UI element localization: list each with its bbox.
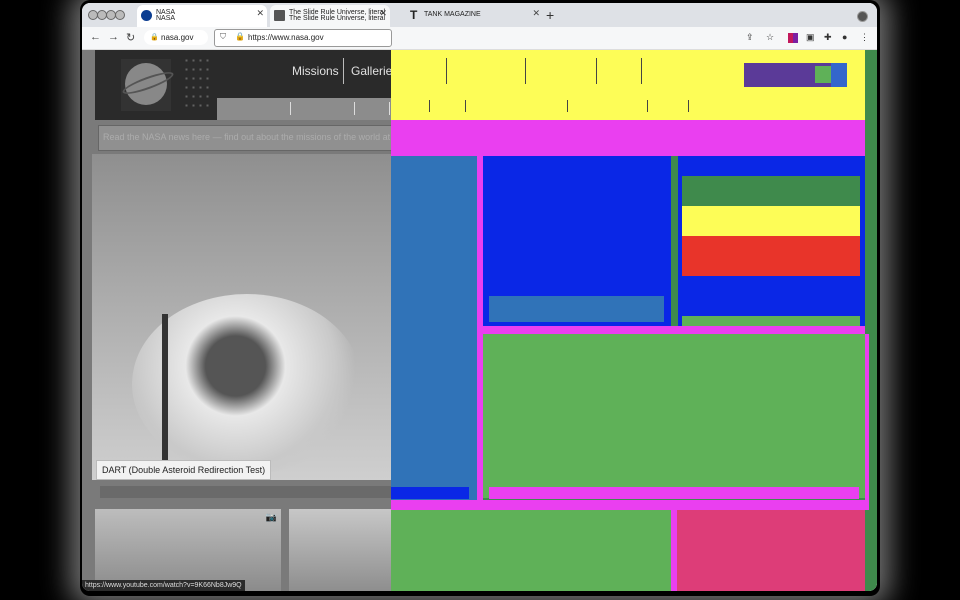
bookmark-star-icon[interactable]: ☆ <box>766 32 774 43</box>
overlay-divider <box>525 58 526 84</box>
thumbnail-image[interactable]: 📷 <box>95 509 281 591</box>
browser-window: NASA NASA ✕ The Slide Rule Universe, lit… <box>82 3 877 591</box>
window-menu-icon[interactable] <box>857 11 868 22</box>
nav-divider <box>343 58 344 84</box>
reload-icon[interactable]: ↻ <box>126 31 135 44</box>
grayscale-page: Missions Galleries Read the NASA news he… <box>82 50 391 591</box>
overlay-divider <box>641 58 642 84</box>
status-url: https://www.youtube.com/watch?v=9K66Nb8J… <box>82 580 245 591</box>
overlay-card-caption <box>489 296 664 322</box>
overlay-list-item[interactable] <box>682 176 860 206</box>
tab-title-overlap: NASA <box>156 15 176 22</box>
close-tab-icon[interactable]: ✕ <box>256 8 264 19</box>
overlay-list-item[interactable] <box>682 206 860 236</box>
site-header: Missions Galleries <box>95 50 391 120</box>
nasa-logo[interactable] <box>120 59 176 111</box>
camera-icon: 📷 <box>265 512 277 522</box>
close-tab-icon[interactable]: ✕ <box>379 8 387 19</box>
overlay-divider <box>429 100 430 112</box>
subnav-divider <box>354 102 355 115</box>
hero-image[interactable]: DART (Double Asteroid Redirection Test) <box>92 154 391 480</box>
overlay-hero-strip <box>391 487 469 499</box>
overlay-thumbnail[interactable] <box>391 510 671 591</box>
overlay-divider <box>567 100 568 112</box>
tab-title-overlap: The Slide Rule Universe, literal <box>289 15 386 22</box>
overlay-divider <box>596 58 597 84</box>
element-overlay <box>391 50 877 591</box>
tab-title: TANK MAGAZINE <box>424 11 481 18</box>
hero-caption[interactable]: DART (Double Asteroid Redirection Test) <box>96 460 272 480</box>
new-tab-button[interactable]: + <box>546 7 554 23</box>
overlay-thumbnail[interactable] <box>677 510 865 591</box>
overlay-list-item[interactable] <box>682 316 860 326</box>
extension-icon[interactable] <box>788 33 798 43</box>
subnav-divider <box>290 102 291 115</box>
overlay-hero[interactable] <box>391 156 477 500</box>
close-tab-icon[interactable]: ✕ <box>532 8 540 19</box>
nav-galleries[interactable]: Galleries <box>351 64 391 78</box>
profile-icon[interactable]: ● <box>842 32 847 42</box>
overlay-divider <box>446 58 447 84</box>
overlay-gutter <box>391 500 869 510</box>
tab-strip: NASA NASA ✕ The Slide Rule Universe, lit… <box>82 3 877 27</box>
address-bar[interactable]: ⛉ 🔒 https://www.nasa.gov <box>214 29 392 47</box>
toolbar: ← → ↻ 🔒 nasa.gov ⛉ 🔒 https://www.nasa.go… <box>82 27 877 50</box>
address-text: nasa.gov <box>161 33 194 42</box>
overlay-gutter <box>865 334 869 510</box>
starfield <box>183 56 213 112</box>
more-menu-icon[interactable]: ⋮ <box>860 32 869 43</box>
overlay-feature[interactable] <box>483 334 865 498</box>
overlay-search-button[interactable] <box>831 63 847 87</box>
address-text: https://www.nasa.gov <box>248 33 324 42</box>
back-icon[interactable]: ← <box>90 31 101 43</box>
thumbnail-image[interactable] <box>289 509 391 591</box>
tab-nasa[interactable]: NASA NASA ✕ <box>137 5 267 27</box>
hero-strip <box>100 486 391 498</box>
launch-tower <box>162 314 168 464</box>
forward-icon[interactable]: → <box>108 31 119 43</box>
book-icon <box>274 10 285 21</box>
shield-icon: ⛉ <box>220 32 226 41</box>
sub-navigation[interactable] <box>217 98 391 120</box>
overlay-divider <box>465 100 466 112</box>
window-controls[interactable] <box>88 8 125 20</box>
lock-icon: 🔒 <box>150 34 159 41</box>
overlay-banner[interactable] <box>391 120 865 156</box>
banner-text: Read the NASA news here — find out about… <box>103 132 391 142</box>
nasa-favicon-icon <box>141 10 152 21</box>
overlay-divider <box>688 100 689 112</box>
subnav-divider <box>389 102 390 115</box>
nav-missions[interactable]: Missions <box>292 64 339 78</box>
overlay-gutter <box>477 326 865 334</box>
overlay-list-item[interactable] <box>682 236 860 276</box>
puzzle-icon[interactable]: ✚ <box>824 32 832 43</box>
overlay-feature-caption <box>489 487 859 499</box>
page-content: Missions Galleries Read the NASA news he… <box>82 50 877 591</box>
overlay-divider <box>647 100 648 112</box>
lock-icon: 🔒 <box>235 32 245 41</box>
media-icon[interactable]: ▣ <box>806 32 815 43</box>
tab-slide-rule[interactable]: The Slide Rule Universe, literal The Sli… <box>270 5 390 27</box>
news-banner[interactable]: Read the NASA news here — find out about… <box>98 125 391 151</box>
tab-tank-magazine[interactable]: T TANK MAGAZINE ✕ <box>408 5 543 27</box>
overlay-search-icon[interactable] <box>815 66 831 83</box>
extra-dot-icon[interactable] <box>115 10 125 20</box>
tank-t-icon: T <box>410 8 418 22</box>
address-bar-short[interactable]: 🔒 nasa.gov <box>144 30 208 45</box>
share-icon[interactable]: ⇪ <box>746 32 754 43</box>
